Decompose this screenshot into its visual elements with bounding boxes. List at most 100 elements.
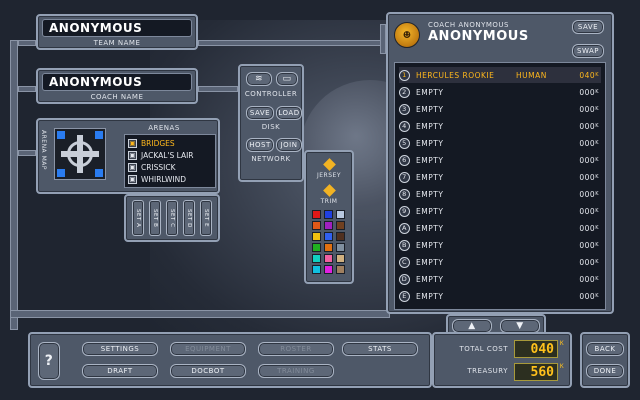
color-swatch[interactable]	[336, 254, 345, 263]
roster-row[interactable]: 3 EMPTY 000 K	[399, 101, 601, 117]
scroll-up-button[interactable]: ▲	[452, 319, 492, 333]
arena-set-button[interactable]: SET D	[183, 200, 195, 236]
player-number-badge: D	[399, 273, 410, 285]
host-button[interactable]: HOST	[246, 138, 274, 152]
help-button[interactable]: ?	[38, 342, 60, 380]
color-swatch[interactable]	[312, 265, 321, 274]
scroll-down-button[interactable]: ▼	[500, 319, 540, 333]
bottom-nav-panel: ? SETTINGS EQUIPMENT ROSTER STATS DRAFT …	[28, 332, 432, 388]
arena-set-button[interactable]: SET B	[149, 200, 161, 236]
total-cost-label: TOTAL COST	[459, 345, 508, 353]
color-swatch[interactable]	[324, 243, 333, 252]
player-number-badge: A	[399, 222, 410, 234]
arena-item-jackals-lair[interactable]: ▣ JACKAL'S LAIR	[128, 149, 212, 161]
training-button[interactable]: TRAINING	[258, 364, 334, 378]
arena-set-label: SET D	[186, 208, 192, 228]
roster-row[interactable]: 9 EMPTY 000 K	[399, 203, 601, 219]
total-cost-value: 040	[530, 341, 554, 357]
roster-row[interactable]: E EMPTY 000 K	[399, 288, 601, 304]
color-swatch[interactable]	[336, 232, 345, 241]
settings-button[interactable]: SETTINGS	[82, 342, 158, 356]
roster-row[interactable]: 7 EMPTY 000 K	[399, 169, 601, 185]
color-swatch[interactable]	[336, 265, 345, 274]
arena-item-crissick[interactable]: ▣ CRISSICK	[128, 161, 212, 173]
roster-row[interactable]: 2 EMPTY 000 K	[399, 84, 601, 100]
roster-coach-label: COACH ANONYMOUS	[428, 21, 509, 29]
docbot-button[interactable]: DOCBOT	[170, 364, 246, 378]
arena-map-bridge	[61, 151, 99, 157]
roster-row[interactable]: 8 EMPTY 000 K	[399, 186, 601, 202]
color-swatch[interactable]	[324, 265, 333, 274]
roster-row[interactable]: 5 EMPTY 000 K	[399, 135, 601, 151]
arena-item-whirlwind[interactable]: ▣ WHIRLWIND	[128, 173, 212, 185]
arena-sets-row: SET A SET B SET C SET D SET E	[132, 200, 212, 236]
player-number-badge: 4	[399, 120, 410, 132]
color-swatch[interactable]	[324, 221, 333, 230]
roster-row[interactable]: C EMPTY 000 K	[399, 254, 601, 270]
roster-row[interactable]: D EMPTY 000 K	[399, 271, 601, 287]
arena-map-corner	[57, 169, 65, 177]
color-swatch[interactable]	[336, 210, 345, 219]
player-cost-suffix: K	[595, 242, 599, 248]
roster-button[interactable]: ROSTER	[258, 342, 334, 356]
player-cost: 000	[579, 257, 596, 267]
arrow-up-icon: ▲	[468, 321, 476, 331]
stats-button[interactable]: STATS	[342, 342, 418, 356]
color-swatch[interactable]	[312, 243, 321, 252]
roster-save-button[interactable]: SAVE	[572, 20, 604, 34]
color-swatch[interactable]	[312, 254, 321, 263]
arenas-panel: ARENA MAP ARENAS ▣ BRIDGES ▣ JACKAL'S LA…	[36, 118, 220, 194]
arena-item-bridges[interactable]: ▣ BRIDGES	[128, 137, 212, 149]
player-cost-suffix: K	[595, 225, 599, 231]
color-swatch[interactable]	[312, 210, 321, 219]
trim-diamond-icon	[323, 184, 336, 197]
color-swatch[interactable]	[324, 254, 333, 263]
roster-swap-button[interactable]: SWAP	[572, 44, 604, 58]
roster-row[interactable]: B EMPTY 000 K	[399, 237, 601, 253]
color-swatch[interactable]	[324, 210, 333, 219]
save-button[interactable]: SAVE	[246, 106, 274, 120]
team-name-label: TEAM NAME	[93, 39, 141, 47]
treasury-label: TREASURY	[467, 367, 508, 375]
controller-gamepad-button[interactable]: ≋	[246, 72, 272, 86]
color-swatch[interactable]	[336, 243, 345, 252]
load-button[interactable]: LOAD	[276, 106, 302, 120]
player-name: EMPTY	[416, 240, 444, 250]
coach-name-panel: ANONYMOUS COACH NAME	[36, 68, 198, 104]
color-swatch[interactable]	[324, 232, 333, 241]
arena-set-button[interactable]: SET C	[166, 200, 178, 236]
arena-item-label: CRISSICK	[141, 162, 176, 172]
frame-pipe-left	[10, 40, 18, 330]
arena-set-label: SET E	[203, 208, 209, 228]
roster-row[interactable]: 1 HERCULES ROOKIE HUMAN 040 K	[399, 67, 601, 83]
player-number-badge: 5	[399, 137, 410, 149]
equipment-button[interactable]: EQUIPMENT	[170, 342, 246, 356]
arenas-title: ARENAS	[148, 124, 180, 132]
join-button[interactable]: JOIN	[276, 138, 302, 152]
color-swatch[interactable]	[312, 221, 321, 230]
frame-pipe-team	[18, 40, 36, 46]
controller-keyboard-button[interactable]: ▭	[276, 72, 298, 86]
player-cost-suffix: K	[595, 259, 599, 265]
color-swatch[interactable]	[312, 232, 321, 241]
roster-row[interactable]: 4 EMPTY 000 K	[399, 118, 601, 134]
player-number-badge: C	[399, 256, 410, 268]
color-swatch[interactable]	[336, 221, 345, 230]
roster-row[interactable]: 6 EMPTY 000 K	[399, 152, 601, 168]
treasury-value: 560	[530, 364, 554, 380]
coach-name-field[interactable]: ANONYMOUS	[42, 73, 192, 91]
player-name: EMPTY	[416, 104, 444, 114]
arena-set-button[interactable]: SET E	[200, 200, 212, 236]
frame-pipe-arena	[18, 150, 36, 156]
done-button[interactable]: DONE	[586, 364, 624, 378]
arena-item-label: BRIDGES	[141, 138, 175, 148]
arena-set-button[interactable]: SET A	[132, 200, 144, 236]
treasury-display: 560	[514, 363, 558, 381]
back-button[interactable]: BACK	[586, 342, 624, 356]
player-cost: 000	[579, 223, 596, 233]
player-cost-suffix: K	[595, 89, 599, 95]
draft-button[interactable]: DRAFT	[82, 364, 158, 378]
player-cost: 000	[579, 206, 596, 216]
roster-row[interactable]: A EMPTY 000 K	[399, 220, 601, 236]
team-name-field[interactable]: ANONYMOUS	[42, 19, 192, 37]
